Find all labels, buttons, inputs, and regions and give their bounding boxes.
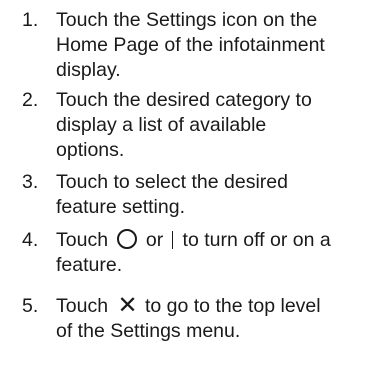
step-line: Home Page of the infotainment — [56, 34, 325, 56]
step-number: 2. — [22, 89, 39, 111]
bar-on-icon — [171, 231, 174, 249]
step-line: Touch ✕ to go to the top level — [56, 294, 386, 319]
step-number: 1. — [22, 9, 39, 31]
step-number: 4. — [22, 229, 39, 251]
circle-off-icon — [117, 229, 138, 249]
step-text-fragment: to turn off or on a — [177, 229, 331, 251]
step-text: Touch the Settings icon on the Home Page… — [56, 8, 386, 83]
step-text-fragment: or — [140, 229, 169, 251]
step-line: Touch the Settings icon on the — [56, 9, 318, 31]
step-number: 3. — [22, 171, 39, 193]
step-text-fragment: Touch — [56, 295, 114, 317]
step-line: Touch the desired category to — [56, 89, 312, 111]
step-line: of the Settings menu. — [56, 320, 241, 342]
step-text: Touch ✕ to go to the top level of the Se… — [56, 294, 386, 344]
step-text: Touch or to turn off or on a feature. — [56, 228, 386, 278]
step-line: options. — [56, 139, 125, 161]
step-text: Touch to select the desired feature sett… — [56, 170, 386, 220]
close-x-icon: ✕ — [117, 292, 138, 319]
step-line: feature setting. — [56, 196, 185, 218]
step-line: Touch or to turn off or on a — [56, 228, 386, 253]
step-line: feature. — [56, 254, 123, 276]
step-line: display. — [56, 59, 121, 81]
step-text-fragment: to go to the top level — [139, 295, 321, 317]
step-line: Touch to select the desired — [56, 171, 288, 193]
step-text: Touch the desired category to display a … — [56, 88, 386, 163]
step-number: 5. — [22, 295, 39, 317]
step-text-fragment: Touch — [56, 229, 114, 251]
step-line: display a list of available — [56, 114, 267, 136]
